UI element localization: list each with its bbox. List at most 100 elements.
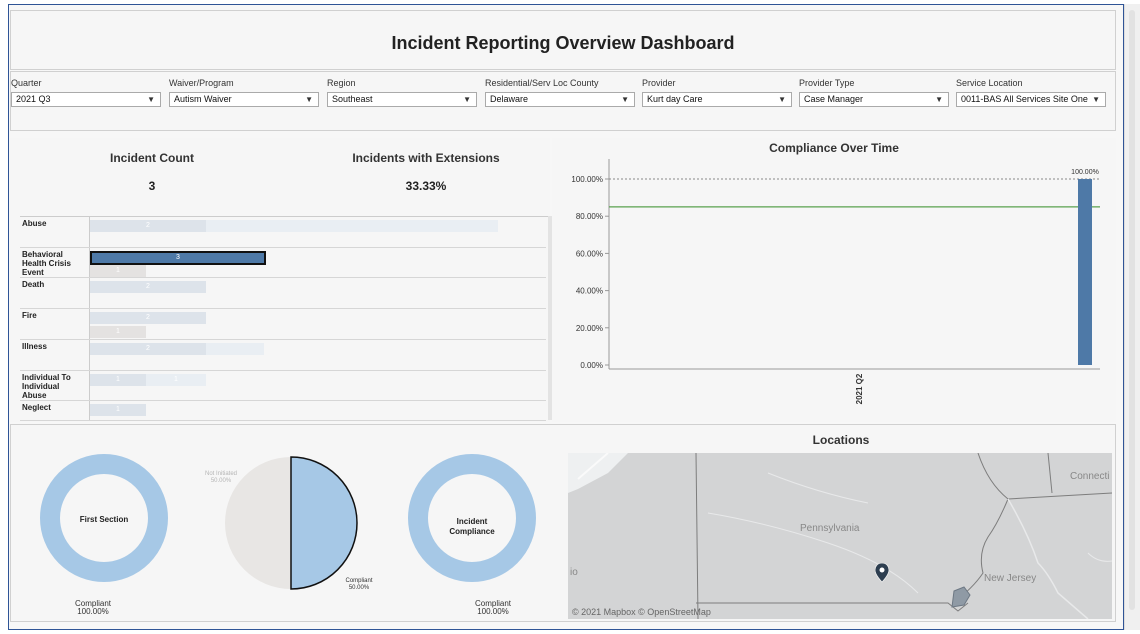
region-dropdown[interactable]: Southeast ▼: [327, 92, 477, 107]
incident-type-bar[interactable]: 1: [90, 404, 146, 416]
incident-type-bar[interactable]: 2: [90, 220, 206, 232]
chevron-down-icon: ▼: [621, 95, 629, 104]
compliance-chart-panel: Compliance Over Time 0.00% 20.00% 40.00% 60…: [552, 138, 1116, 422]
incident-type-bar[interactable]: 1: [146, 374, 206, 386]
map-label-ohio: io: [570, 567, 578, 578]
incident-type-row[interactable]: Abuse 2: [20, 217, 546, 248]
legend-value: 50.00%: [348, 585, 370, 591]
filter-label: Region: [327, 78, 356, 88]
filter-provider-type: Provider Type Case Manager ▼: [799, 76, 949, 107]
incident-type-label: Illness: [22, 342, 47, 351]
first-section-center-label: First Section: [79, 515, 129, 524]
compliance-chart: 0.00% 20.00% 40.00% 60.00% 80.00% 100.00% 100.…: [571, 159, 1100, 404]
y-tick-label: 0.00%: [580, 361, 603, 370]
quarter-dropdown[interactable]: 2021 Q3 ▼: [11, 92, 161, 107]
chevron-down-icon: ▼: [463, 95, 471, 104]
filter-label: Residential/Serv Loc County: [485, 78, 599, 88]
chevron-down-icon: ▼: [147, 95, 155, 104]
scroll-track[interactable]: [1129, 10, 1135, 610]
bar-value-label: 100.00%: [1071, 169, 1099, 176]
incident-type-bar[interactable]: [206, 220, 498, 232]
y-tick-label: 40.00%: [576, 287, 603, 296]
provider-dropdown[interactable]: Kurt day Care ▼: [642, 92, 792, 107]
dropdown-value: Kurt day Care: [647, 94, 703, 104]
provider-type-dropdown[interactable]: Case Manager ▼: [799, 92, 949, 107]
y-tick-label: 100.00%: [571, 175, 603, 184]
service-location-dropdown[interactable]: 0011-BAS All Services Site One ▼: [956, 92, 1106, 107]
dropdown-value: 0011-BAS All Services Site One: [961, 94, 1088, 104]
map-label-pennsylvania: Pennsylvania: [800, 523, 860, 534]
incident-type-bar[interactable]: 1: [90, 265, 146, 277]
filter-service-location: Service Location 0011-BAS All Services S…: [956, 76, 1106, 107]
incident-type-bar[interactable]: 1: [90, 326, 146, 338]
location-pin-icon[interactable]: [875, 563, 889, 583]
incident-count-value: 3: [148, 179, 156, 193]
filter-label: Provider Type: [799, 78, 855, 88]
incident-type-row[interactable]: Behavioral Health Crisis Event 3 1: [20, 248, 546, 278]
filter-region: Region Southeast ▼: [327, 76, 477, 107]
incident-type-bar[interactable]: 2: [90, 281, 206, 293]
county-dropdown[interactable]: Delaware ▼: [485, 92, 635, 107]
dropdown-value: Southeast: [332, 94, 373, 104]
filter-label: Service Location: [956, 78, 1023, 88]
title-panel: Incident Reporting Overview Dashboard: [10, 10, 1116, 70]
y-tick-label: 80.00%: [576, 212, 603, 221]
first-section-compliant-label: Compliant 100.00%: [33, 600, 153, 616]
extensions-title: Incidents with Extensions: [352, 151, 500, 165]
compliance-bar[interactable]: [1078, 179, 1092, 365]
filter-bar: Quarter 2021 Q3 ▼ Waiver/Program Autism W…: [10, 71, 1116, 131]
dropdown-value: Case Manager: [804, 94, 864, 104]
pie-not-initiated-label: Not Initiated 50.00%: [181, 471, 261, 485]
incident-type-bar[interactable]: 1: [90, 374, 146, 386]
map-label-connecticut: Connecti: [1070, 471, 1110, 482]
pie-compliant-label: Compliant 50.00%: [319, 578, 399, 592]
chevron-down-icon: ▼: [305, 95, 313, 104]
incident-type-bar[interactable]: 3: [90, 251, 266, 265]
incident-type-bar-table: Abuse 2 Behavioral Health Crisis Event 3 1 De…: [20, 216, 558, 421]
center-text: Incident Compliance: [449, 517, 495, 536]
incident-type-bar[interactable]: 2: [90, 312, 206, 324]
dropdown-value: Autism Waiver: [174, 94, 232, 104]
incident-type-label: Neglect: [22, 403, 51, 412]
filter-provider: Provider Kurt day Care ▼: [642, 76, 792, 107]
incident-count-title: Incident Count: [110, 151, 194, 165]
pie-slice-compliant[interactable]: [290, 456, 358, 590]
incident-compliance-compliant-label: Compliant 100.00%: [433, 600, 553, 616]
dropdown-value: Delaware: [490, 94, 529, 104]
legend-label: Compliant: [345, 578, 373, 584]
chevron-down-icon: ▼: [778, 95, 786, 104]
incident-type-label: Individual To Individual Abuse: [22, 373, 71, 400]
filter-waiver-program: Waiver/Program Autism Waiver ▼: [169, 76, 319, 107]
incident-type-bar[interactable]: 2: [90, 343, 206, 355]
incident-summary-panel: Incident Count 3 Incidents with Extensio…: [10, 138, 558, 422]
filter-label: Provider: [642, 78, 676, 88]
locations-map[interactable]: Pennsylvania New Jersey Connecti io © 20…: [568, 453, 1112, 619]
filter-label: Waiver/Program: [169, 78, 234, 88]
waiver-program-dropdown[interactable]: Autism Waiver ▼: [169, 92, 319, 107]
filter-quarter: Quarter 2021 Q3 ▼: [11, 76, 161, 107]
extensions-value: 33.33%: [405, 179, 447, 193]
dashboard-title: Incident Reporting Overview Dashboard: [391, 33, 735, 53]
incident-type-label: Fire: [22, 311, 37, 320]
incident-type-label: Abuse: [22, 219, 47, 228]
bottom-panel: First Section Compliant 100.00% Not Init…: [10, 424, 1116, 622]
legend-label: Not Initiated: [204, 471, 238, 477]
incident-type-row[interactable]: Neglect 1: [20, 401, 546, 421]
incident-type-label: Behavioral Health Crisis Event: [22, 250, 71, 277]
legend-value: 100.00%: [477, 607, 509, 616]
incident-compliance-center-label: Incident Compliance: [412, 517, 532, 537]
filter-label: Quarter: [11, 78, 42, 88]
filter-county: Residential/Serv Loc County Delaware ▼: [485, 76, 635, 107]
locations-title: Locations: [812, 433, 870, 447]
incident-type-row[interactable]: Illness 2: [20, 340, 546, 371]
incident-type-row[interactable]: Death 2: [20, 278, 546, 309]
incident-type-row[interactable]: Individual To Individual Abuse 1 1: [20, 371, 546, 401]
map-attribution[interactable]: © 2021 Mapbox © OpenStreetMap: [572, 607, 711, 617]
incident-type-label: Death: [22, 280, 45, 289]
y-tick-label: 20.00%: [576, 324, 603, 333]
incident-type-row[interactable]: Fire 2 1: [20, 309, 546, 340]
incident-type-bar[interactable]: [206, 343, 264, 355]
legend-value: 100.00%: [77, 607, 109, 616]
chevron-down-icon: ▼: [935, 95, 943, 104]
map-background[interactable]: [568, 453, 1112, 619]
